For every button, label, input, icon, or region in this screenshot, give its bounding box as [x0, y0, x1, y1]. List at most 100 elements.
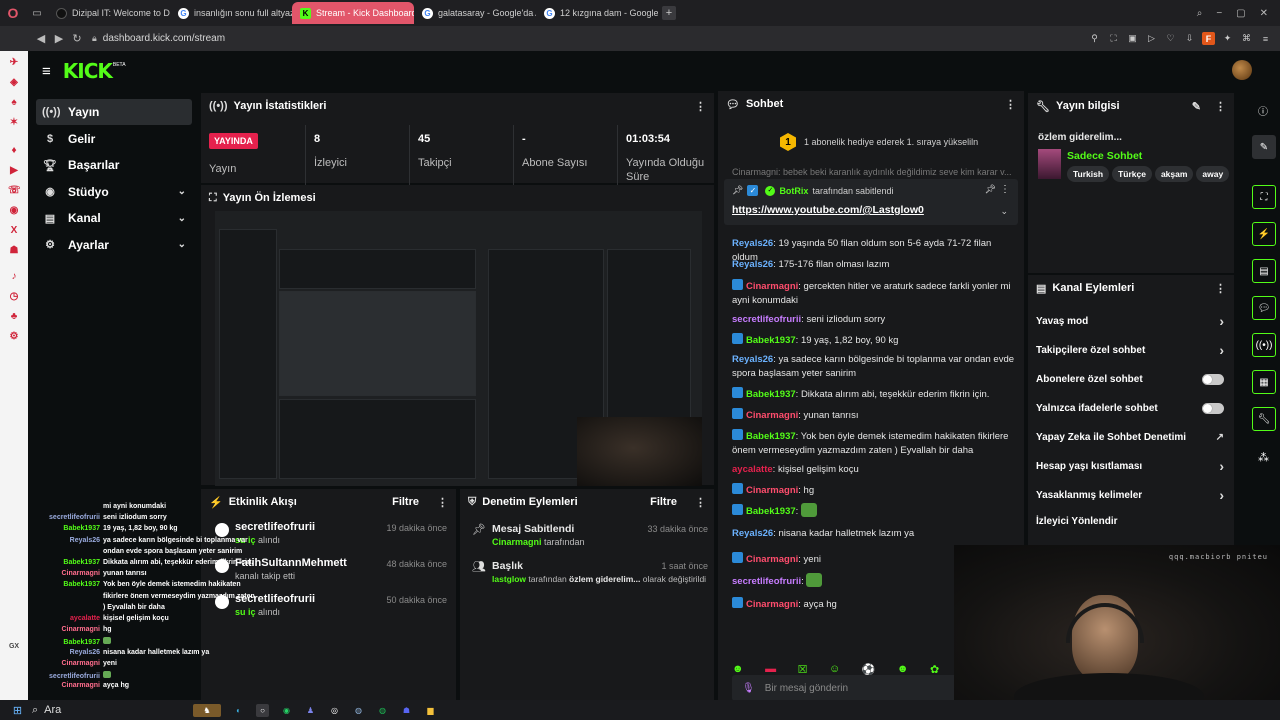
microphone-icon[interactable]: 🎙︎ — [742, 683, 755, 694]
channel-action-row[interactable]: Yapay Zeka ile Sohbet Denetimi ↗ — [1036, 429, 1224, 445]
edit-rail-button[interactable]: ✎ — [1252, 135, 1276, 159]
new-tab-button[interactable]: + — [662, 6, 676, 20]
activity-rail-button[interactable]: ⚡ — [1252, 222, 1276, 246]
chat-username[interactable]: Babek1937 — [746, 389, 796, 400]
chat-username[interactable]: Cinarmagni — [746, 485, 798, 496]
hotkeys-icon[interactable]: ✶ — [8, 117, 20, 129]
nav-item-3[interactable]: ◉ Stüdyo ⌄ — [36, 179, 192, 205]
messenger-icon[interactable]: ☏ — [8, 185, 21, 197]
unpin-icon[interactable]: 📌︎ — [985, 184, 996, 195]
nav-item-1[interactable]: $ Gelir — [36, 126, 192, 152]
chat-username[interactable]: Babek1937 — [746, 431, 796, 442]
pinned-link[interactable]: https://www.youtube.com/@Lastglow0 — [732, 204, 924, 216]
cleaner-icon[interactable]: ♠ — [8, 97, 20, 109]
tag-chip[interactable]: Türkçe — [1112, 166, 1152, 182]
tab-google-search-1[interactable]: Ginsanlığın sonu full altyaz — [170, 2, 292, 24]
chevron-down-icon[interactable]: ⌄ — [178, 213, 186, 224]
search-tabs-icon[interactable]: ⌕ — [1197, 8, 1203, 19]
kick-logo[interactable]: KICK — [63, 59, 113, 83]
extensions-icon[interactable]: ⁂ — [1258, 451, 1269, 464]
spotify-icon[interactable]: ◍ — [376, 704, 389, 717]
minimize-icon[interactable]: − — [1216, 8, 1222, 19]
whatsapp-icon[interactable]: ◉ — [280, 704, 293, 717]
more-options-icon[interactable]: ⋮ — [1215, 282, 1226, 295]
chat-username[interactable]: Babek1937 — [746, 506, 796, 517]
channel-action-row[interactable]: Yalnızca ifadelerle sohbet — [1036, 400, 1224, 416]
chat-username[interactable]: secretlifeofrurii — [732, 576, 801, 587]
edge-icon[interactable]: ◐ — [232, 704, 245, 717]
chat-username[interactable]: Reyals26 — [732, 354, 773, 365]
widget-icon[interactable]: ♞ — [193, 703, 221, 717]
moderation-rail-button[interactable]: ▦ — [1252, 370, 1276, 394]
tag-chip[interactable]: akşam — [1154, 166, 1194, 182]
channel-action-row[interactable]: Takipçilere özel sohbet › — [1036, 342, 1224, 358]
moderation-filter-button[interactable]: Filtre — [650, 496, 677, 508]
chat-username[interactable]: Cinarmagni — [746, 599, 798, 610]
channel-action-row[interactable]: Yavaş mod › — [1036, 313, 1224, 329]
more-options-icon[interactable]: ⋮ — [437, 496, 448, 509]
tag-chip[interactable]: away — [1196, 166, 1230, 182]
folder-icon[interactable]: ▆ — [424, 704, 437, 717]
reload-button[interactable]: ↻ — [68, 32, 86, 45]
forward-button[interactable]: ▶ — [50, 32, 68, 45]
obs-icon[interactable]: ◎ — [328, 704, 341, 717]
tag-chip[interactable]: Turkish — [1067, 166, 1110, 182]
tab-google-search-2[interactable]: Ggalatasaray - Google'da A — [414, 2, 536, 24]
preview-rail-button[interactable]: ⛶ — [1252, 185, 1276, 209]
more-options-icon[interactable]: ⋮ — [1215, 100, 1226, 113]
close-window-icon[interactable]: ✕ — [1260, 8, 1268, 19]
camera-icon[interactable]: ▣ — [1126, 32, 1139, 45]
stream-preview-video[interactable] — [215, 211, 702, 486]
settings-icon[interactable]: ⚙ — [8, 331, 20, 343]
nav-item-4[interactable]: ▤ Kanal ⌄ — [36, 205, 192, 231]
history-icon[interactable]: ◷ — [8, 291, 20, 303]
toggle-switch[interactable] — [1202, 373, 1224, 385]
more-options-icon[interactable]: ⋮ — [1000, 184, 1010, 195]
nav-item-5[interactable]: ⚙ Ayarlar ⌄ — [36, 232, 192, 258]
channel-action-row[interactable]: Hesap yaşı kısıtlaması › — [1036, 458, 1224, 474]
steam-icon[interactable]: ◍ — [352, 704, 365, 717]
wrench-rail-button[interactable]: 🔧︎ — [1252, 407, 1276, 431]
gx-control-icon[interactable]: ◈ — [8, 77, 20, 89]
tab-dizipal[interactable]: Dizipal IT: Welcome to De — [48, 2, 170, 24]
play-icon[interactable]: ▷ — [1145, 32, 1158, 45]
puzzle-icon[interactable]: ⌘ — [1240, 32, 1253, 45]
chat-username[interactable]: secretlifeofrurii — [732, 314, 801, 325]
youtube-icon[interactable]: ▶ — [8, 165, 20, 177]
info-rail-button[interactable]: ▤ — [1252, 259, 1276, 283]
chevron-down-icon[interactable]: ⌄ — [178, 239, 186, 250]
menu-icon[interactable]: ≡ — [1259, 32, 1272, 45]
discord-icon[interactable]: ☗ — [8, 245, 20, 257]
workspaces-icon[interactable]: ▭ — [26, 8, 48, 19]
maximize-icon[interactable]: ▢ — [1236, 8, 1245, 19]
category-link[interactable]: Sadece Sohbet — [1067, 150, 1142, 162]
chat-username[interactable]: Reyals26 — [732, 238, 773, 249]
pin-icon[interactable]: ⚲ — [1088, 32, 1101, 45]
toggle-switch[interactable] — [1202, 402, 1224, 414]
x-icon[interactable]: X — [8, 225, 20, 237]
channel-action-row[interactable]: İzleyici Yönlendir — [1036, 513, 1224, 529]
windows-start-icon[interactable]: ⊞ — [11, 704, 24, 717]
download-icon[interactable]: ⇩ — [1183, 32, 1196, 45]
chat-username[interactable]: Cinarmagni — [746, 281, 798, 292]
heart-icon[interactable]: ♡ — [1164, 32, 1177, 45]
opera-gx-icon[interactable]: ○ — [256, 703, 269, 717]
chat-username[interactable]: Reyals26 — [732, 528, 773, 539]
more-options-icon[interactable]: ⋮ — [1005, 98, 1016, 111]
extension-icon[interactable]: ✦ — [1221, 32, 1234, 45]
info-icon[interactable]: ⓘ — [1258, 103, 1268, 118]
gx-corner-icon[interactable]: ✈ — [8, 57, 20, 69]
chat-username[interactable]: Cinarmagni — [746, 554, 798, 565]
nav-item-2[interactable]: 🏆︎ Başarılar — [36, 152, 192, 178]
channel-action-row[interactable]: Abonelere özel sohbet — [1036, 371, 1224, 387]
broadcast-rail-button[interactable]: ((•)) — [1252, 333, 1276, 357]
chat-username[interactable]: aycalatte — [732, 464, 773, 475]
chat-username[interactable]: Reyals26 — [732, 259, 773, 270]
taskbar-search[interactable]: ⌕ Ara — [32, 703, 182, 718]
user-avatar[interactable] — [1232, 60, 1252, 80]
whatsapp-icon[interactable]: ◉ — [8, 205, 20, 217]
opera-menu-icon[interactable]: O — [0, 5, 26, 21]
player-icon[interactable]: ♪ — [8, 271, 20, 283]
nav-item-0[interactable]: ((•)) Yayın — [36, 99, 192, 125]
more-options-icon[interactable]: ⋮ — [695, 496, 706, 509]
